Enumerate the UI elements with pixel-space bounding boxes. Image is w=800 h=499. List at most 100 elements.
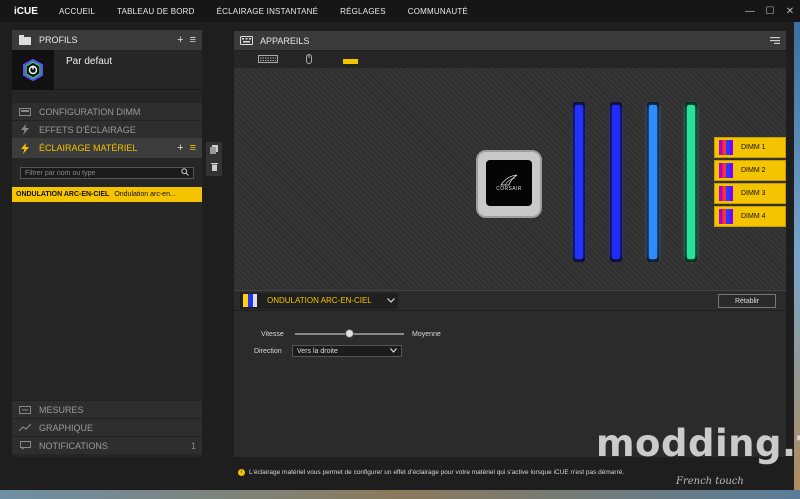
memory-device-icon[interactable] [343,56,358,66]
search-icon [181,168,189,178]
left-panel: PROFILS + ≡ Par defaut CONFIGURATION DIM… [12,30,202,457]
effect-type: Ondulation arc-en... [114,191,176,198]
icue-logo-icon [12,50,54,90]
rgb-swatch [719,163,733,178]
ram-stick-4-glow [687,105,695,259]
dimm-list: DIMM 1 DIMM 2 DIMM 3 DIMM 4 [714,137,786,229]
effects-menu-button[interactable]: ≡ [190,142,196,154]
nav-tableau-de-bord[interactable]: TABLEAU DE BORD [106,7,206,16]
effect-swatch [243,294,257,307]
dimm-label: DIMM 3 [741,190,766,197]
watermark-sub: French touch [676,476,744,487]
nav-communaute[interactable]: COMMUNAUTÉ [397,7,479,16]
dimm-label: DIMM 4 [741,213,766,220]
app-brand: iCUE [14,5,38,17]
speed-slider-thumb[interactable] [344,329,354,338]
section-hardware-lighting[interactable]: ÉCLAIRAGE MATÉRIEL + ≡ [12,138,202,158]
chevron-down-icon [387,296,395,305]
section-config-dimm[interactable]: CONFIGURATION DIMM [12,102,202,120]
corsair-logo-icon [500,174,518,186]
devices-menu-icon[interactable] [770,36,780,46]
dimm-label: DIMM 1 [741,144,766,151]
dimm-item[interactable]: DIMM 4 [714,206,786,227]
folder-icon [18,33,32,47]
profile-name: Par defaut [66,56,113,67]
graph-icon [18,422,32,434]
add-effect-button[interactable]: + [177,142,183,154]
desktop-background-bottom [0,490,800,499]
lightning-icon [18,141,32,155]
mesures-label: MESURES [39,404,84,415]
trash-icon[interactable] [210,162,218,173]
dimm-item[interactable]: DIMM 2 [714,160,786,181]
reset-button[interactable]: Rétablir [718,294,776,308]
profile-item[interactable]: Par defaut [12,50,202,90]
nav-reglages[interactable]: RÉGLAGES [329,7,397,16]
section-graphique[interactable]: GRAPHIQUE [12,418,202,436]
config-dimm-label: CONFIGURATION DIMM [39,106,141,117]
dimm-item[interactable]: DIMM 3 [714,183,786,204]
effect-list-item[interactable]: ONDULATION ARC-EN-CIEL Ondulation arc-en… [12,187,202,202]
title-bar: iCUE ACCUEIL TABLEAU DE BORD ÉCLAIRAGE I… [0,0,800,22]
ram-stick-2[interactable] [610,102,622,262]
direction-select[interactable]: Vers la droite [292,345,402,357]
notifications-count: 1 [190,440,196,451]
devices-header: APPAREILS [234,31,786,50]
watermark: modding.fr [596,422,800,465]
copy-icon[interactable] [210,145,218,156]
effect-name: ONDULATION ARC-EN-CIEL [16,191,110,198]
dimm-item[interactable]: DIMM 1 [714,137,786,158]
left-bottom-sections: MESURES GRAPHIQUE NOTIFICATIONS 1 [12,400,202,454]
profiles-header: PROFILS + ≡ [12,30,202,50]
maximize-button[interactable]: ☐ [760,6,780,17]
filter-placeholder: Filtrer par nom ou type [25,169,96,177]
rgb-swatch [719,209,733,224]
effect-select-value: ONDULATION ARC-EN-CIEL [267,296,372,305]
minimize-button[interactable]: — [740,6,760,17]
ram-stick-1[interactable] [573,102,585,262]
speed-value: Moyenne [412,331,441,338]
ram-stick-3-glow [649,105,657,259]
hardware-lighting-label: ÉCLAIRAGE MATÉRIEL [39,143,138,153]
profiles-title: PROFILS [39,35,78,45]
profiles-menu-button[interactable]: ≡ [190,34,196,46]
rgb-swatch [719,186,733,201]
dimm-label: DIMM 2 [741,167,766,174]
device-tabs [234,51,786,68]
effect-tools [206,142,222,176]
effects-label: EFFETS D'ÉCLAIRAGE [39,124,136,135]
close-button[interactable]: ✕ [780,6,800,17]
section-effects[interactable]: EFFETS D'ÉCLAIRAGE [12,120,202,138]
graphique-label: GRAPHIQUE [39,422,94,433]
direction-label: Direction [254,348,282,355]
memory-icon [18,106,32,118]
rgb-swatch [719,140,733,155]
add-profile-button[interactable]: + [177,34,183,46]
speed-slider[interactable] [295,329,404,338]
keyboard-device-icon[interactable] [258,55,278,65]
pump-brand-text: CORSAIR [496,186,522,192]
filter-input[interactable]: Filtrer par nom ou type [20,167,194,179]
notifications-label: NOTIFICATIONS [39,440,108,451]
nav-accueil[interactable]: ACCUEIL [48,7,106,16]
keyboard-icon [240,36,253,45]
effect-select[interactable]: ONDULATION ARC-EN-CIEL [240,292,398,309]
devices-title: APPAREILS [260,35,310,46]
ram-stick-2-glow [612,105,620,259]
ram-stick-3[interactable] [647,102,659,262]
nav-eclairage-instantane[interactable]: ÉCLAIRAGE INSTANTANÉ [206,7,330,16]
info-icon: i [238,468,245,476]
speed-label: Vitesse [261,331,284,338]
mouse-device-icon[interactable] [306,54,312,66]
section-notifications[interactable]: NOTIFICATIONS 1 [12,436,202,454]
ram-stick-4[interactable] [685,102,697,262]
direction-value: Vers la droite [297,347,338,355]
main-nav: ACCUEIL TABLEAU DE BORD ÉCLAIRAGE INSTAN… [48,7,479,16]
section-mesures[interactable]: MESURES [12,400,202,418]
pump-display: CORSAIR [486,160,532,206]
pump-cooler-image: CORSAIR [476,150,542,218]
lightning-icon [18,124,32,136]
gauge-icon [18,404,32,416]
window-controls: — ☐ ✕ [740,0,800,22]
effect-bar: ONDULATION ARC-EN-CIEL Rétablir [234,290,786,310]
